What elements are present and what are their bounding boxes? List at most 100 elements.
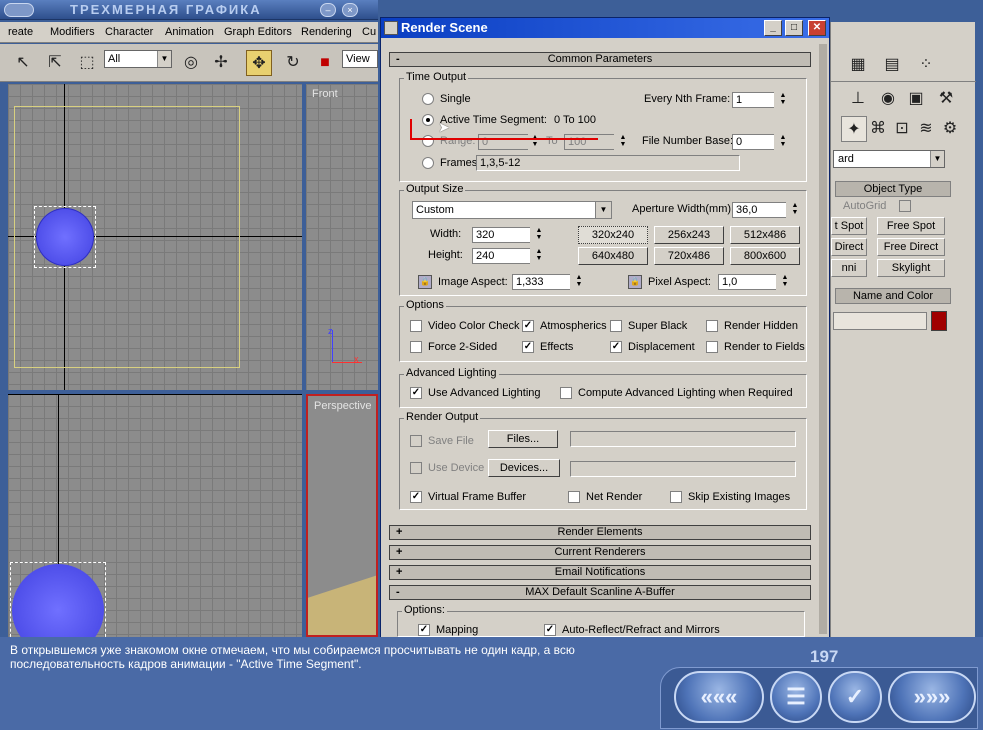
- email-notifications-rollout[interactable]: + Email Notifications: [389, 565, 811, 580]
- aperture-width-input[interactable]: 36,0: [732, 202, 786, 218]
- menu-create[interactable]: reate: [8, 26, 33, 38]
- menu-graph-editors[interactable]: Graph Editors: [224, 26, 292, 38]
- move-icon[interactable]: ✥: [246, 50, 272, 76]
- viewport-left[interactable]: [8, 394, 302, 637]
- effects-checkbox[interactable]: ✓: [522, 341, 534, 353]
- lock-icon[interactable]: 🔒: [418, 275, 432, 289]
- object-type-header[interactable]: Object Type: [835, 181, 951, 197]
- preset-320x240-button[interactable]: 320x240: [578, 226, 648, 244]
- omni-button[interactable]: nni: [831, 259, 867, 277]
- cameras-icon[interactable]: ⌘: [865, 116, 891, 142]
- menu-icon[interactable]: ☰: [770, 671, 822, 723]
- autogrid-checkbox[interactable]: [899, 200, 911, 212]
- preset-256x243-button[interactable]: 256x243: [654, 226, 724, 244]
- free-spot-button[interactable]: Free Spot: [877, 217, 945, 235]
- utilities-icon[interactable]: ⚒: [933, 86, 959, 112]
- range-from-input[interactable]: 0: [478, 134, 528, 150]
- preset-720x486-button[interactable]: 720x486: [654, 247, 724, 265]
- lights-icon[interactable]: ✦: [841, 116, 867, 142]
- viewport-top[interactable]: [8, 84, 302, 390]
- every-nth-input[interactable]: 1: [732, 92, 774, 108]
- net-render-checkbox[interactable]: [568, 491, 580, 503]
- back-icon[interactable]: «««: [674, 671, 764, 723]
- motion-icon[interactable]: ◉: [875, 86, 901, 112]
- object-color-swatch[interactable]: [931, 311, 947, 331]
- spinner-arrows-icon[interactable]: ▲▼: [534, 248, 544, 264]
- maximize-button[interactable]: □: [785, 20, 803, 36]
- menu-animation[interactable]: Animation: [165, 26, 214, 38]
- common-parameters-rollout[interactable]: - Common Parameters: [389, 52, 811, 67]
- super-black-checkbox[interactable]: [610, 320, 622, 332]
- spinner-arrows-icon[interactable]: ▲▼: [574, 274, 584, 290]
- forward-icon[interactable]: »»»: [888, 671, 976, 723]
- lock-icon[interactable]: 🔒: [628, 275, 642, 289]
- force-2-sided-checkbox[interactable]: [410, 341, 422, 353]
- dialog-scrollbar[interactable]: [819, 44, 827, 634]
- devices-button[interactable]: Devices...: [488, 459, 560, 477]
- spinner-arrows-icon[interactable]: ▲▼: [534, 227, 544, 243]
- atmospherics-checkbox[interactable]: ✓: [522, 320, 534, 332]
- select-move-link-icon[interactable]: ✢: [208, 50, 234, 76]
- select-by-name-icon[interactable]: ⇱: [42, 50, 68, 76]
- minimize-button[interactable]: _: [764, 20, 782, 36]
- range-to-input[interactable]: 100: [564, 134, 614, 150]
- helpers-icon[interactable]: ⊡: [889, 116, 915, 142]
- spacewarps-icon[interactable]: ≋: [913, 116, 939, 142]
- check-icon[interactable]: ✓: [828, 671, 882, 723]
- name-color-header[interactable]: Name and Color: [835, 288, 951, 304]
- use-advanced-lighting-checkbox[interactable]: ✓: [410, 387, 422, 399]
- displacement-checkbox[interactable]: ✓: [610, 341, 622, 353]
- video-color-check-checkbox[interactable]: [410, 320, 422, 332]
- select-arrow-icon[interactable]: ↖: [10, 50, 36, 76]
- render-elements-rollout[interactable]: + Render Elements: [389, 525, 811, 540]
- schematic-icon[interactable]: ▦: [845, 52, 871, 78]
- rotate-icon[interactable]: ↻: [280, 50, 306, 76]
- scanline-rollout[interactable]: - MAX Default Scanline A-Buffer: [389, 585, 811, 600]
- height-input[interactable]: 240: [472, 248, 530, 264]
- menu-modifiers[interactable]: Modifiers: [50, 26, 95, 38]
- use-device-checkbox[interactable]: [410, 462, 422, 474]
- selection-filter-dropdown[interactable]: All ▼: [104, 50, 172, 68]
- close-icon[interactable]: ×: [342, 3, 358, 17]
- target-spot-button[interactable]: t Spot: [831, 217, 867, 235]
- menu-customize[interactable]: Cu: [362, 26, 376, 38]
- output-preset-dropdown[interactable]: Custom ▼: [412, 201, 612, 219]
- virtual-frame-buffer-checkbox[interactable]: ✓: [410, 491, 422, 503]
- skip-existing-images-checkbox[interactable]: [670, 491, 682, 503]
- save-file-checkbox[interactable]: [410, 435, 422, 447]
- spinner-arrows-icon[interactable]: ▲▼: [530, 134, 540, 150]
- free-direct-button[interactable]: Free Direct: [877, 238, 945, 256]
- compute-advanced-lighting-checkbox[interactable]: [560, 387, 572, 399]
- close-button[interactable]: ✕: [808, 20, 826, 36]
- single-radio[interactable]: [422, 93, 434, 105]
- image-aspect-input[interactable]: 1,333: [512, 274, 570, 290]
- files-button[interactable]: Files...: [488, 430, 558, 448]
- object-name-input[interactable]: [833, 312, 927, 330]
- preset-800x600-button[interactable]: 800x600: [730, 247, 800, 265]
- spinner-arrows-icon[interactable]: ▲▼: [778, 134, 788, 150]
- render-setup-icon[interactable]: ⁘: [913, 52, 939, 78]
- scale-icon[interactable]: ■: [312, 50, 338, 76]
- preset-512x486-button[interactable]: 512x486: [730, 226, 800, 244]
- mapping-checkbox[interactable]: ✓: [418, 624, 430, 636]
- systems-icon[interactable]: ⚙: [937, 116, 963, 142]
- width-input[interactable]: 320: [472, 227, 530, 243]
- spinner-arrows-icon[interactable]: ▲▼: [618, 134, 628, 150]
- spinner-arrows-icon[interactable]: ▲▼: [790, 202, 800, 218]
- hierarchy-icon[interactable]: ⊥: [845, 86, 871, 112]
- preset-640x480-button[interactable]: 640x480: [578, 247, 648, 265]
- file-number-base-input[interactable]: 0: [732, 134, 774, 150]
- target-direct-button[interactable]: Direct: [831, 238, 867, 256]
- frames-input[interactable]: 1,3,5-12: [476, 155, 740, 171]
- minimize-icon[interactable]: –: [320, 3, 336, 17]
- display-icon[interactable]: ▣: [903, 86, 929, 112]
- range-radio[interactable]: [422, 135, 434, 147]
- viewport-front[interactable]: Front z x: [306, 84, 378, 390]
- material-editor-icon[interactable]: ▤: [879, 52, 905, 78]
- active-time-segment-radio[interactable]: [422, 114, 434, 126]
- skylight-button[interactable]: Skylight: [877, 259, 945, 277]
- menu-rendering[interactable]: Rendering: [301, 26, 352, 38]
- pixel-aspect-input[interactable]: 1,0: [718, 274, 776, 290]
- current-renderers-rollout[interactable]: + Current Renderers: [389, 545, 811, 560]
- sphere-object[interactable]: [36, 208, 94, 266]
